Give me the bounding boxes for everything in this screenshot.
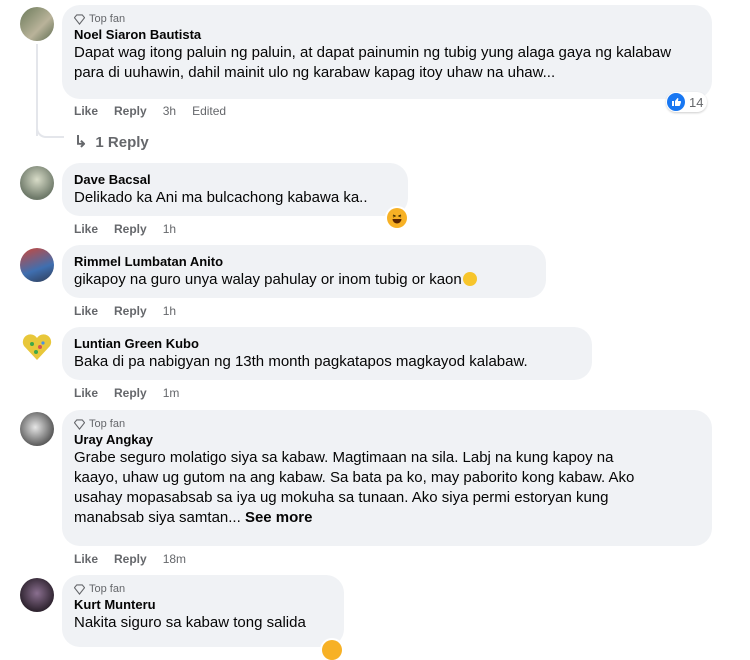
haha-reaction-icon[interactable] [322,640,342,660]
comment-actions: Like Reply 1h [74,304,176,318]
diamond-icon [74,583,85,595]
comment-bubble: Rimmel Lumbatan Anito gikapoy na guro un… [62,245,546,298]
see-more-link[interactable]: See more [245,509,313,526]
comment-author[interactable]: Dave Bacsal [74,171,396,188]
avatar[interactable] [20,578,54,612]
comment-bubble: Dave Bacsal Delikado ka Ani ma bulcachon… [62,163,408,216]
top-fan-badge: Top fan [74,582,332,596]
comment-actions: Like Reply 3h Edited [74,104,226,118]
heart-avatar-icon [22,334,52,360]
comment-author[interactable]: Kurt Munteru [74,596,332,613]
haha-reaction-icon[interactable] [387,208,407,228]
comment-actions: Like Reply 18m [74,552,186,566]
like-button[interactable]: Like [74,104,98,118]
like-button[interactable]: Like [74,552,98,566]
timestamp[interactable]: 1h [163,222,176,236]
reply-button[interactable]: Reply [114,552,147,566]
reaction-count: 14 [689,94,704,110]
comment-bubble: Top fan Uray Angkay Grabe seguro molatig… [62,410,712,546]
comment-actions: Like Reply 1m [74,386,179,400]
reply-arrow-icon: ↳ [74,134,88,151]
reply-button[interactable]: Reply [114,386,147,400]
reply-button[interactable]: Reply [114,104,147,118]
avatar[interactable] [20,412,54,446]
like-button[interactable]: Like [74,386,98,400]
comment-text: Dapat wag itong paluin ng paluin, at dap… [74,44,672,81]
view-replies-button[interactable]: ↳ 1 Reply [74,132,149,152]
comment-author[interactable]: Luntian Green Kubo [74,335,580,352]
comment-bubble: Luntian Green Kubo Baka di pa nabigyan n… [62,327,592,380]
sweat-face-emoji [462,272,477,286]
timestamp[interactable]: 18m [163,552,186,566]
diamond-icon [74,418,85,430]
comment-text: gikapoy na guro unya walay pahulay or in… [74,270,534,290]
reply-button[interactable]: Reply [114,304,147,318]
like-button[interactable]: Like [74,304,98,318]
comment-bubble: Top fan Noel Siaron Bautista Dapat wag i… [62,5,712,99]
timestamp[interactable]: 3h [163,104,176,118]
comment-author[interactable]: Noel Siaron Bautista [74,26,700,43]
avatar[interactable] [20,248,54,282]
timestamp[interactable]: 1m [163,386,180,400]
like-reaction-icon [667,93,685,111]
comment-text: Baka di pa nabigyan ng 13th month pagkat… [74,353,528,370]
comment-bubble: Top fan Kurt Munteru Nakita siguro sa ka… [62,575,344,647]
comment-author[interactable]: Rimmel Lumbatan Anito [74,253,534,270]
comment-text: Delikado ka Ani ma bulcachong kabawa ka.… [74,189,368,206]
timestamp[interactable]: 1h [163,304,176,318]
top-fan-badge: Top fan [74,12,700,26]
comment-actions: Like Reply 1h [74,222,176,236]
diamond-icon [74,13,85,25]
comment-author[interactable]: Uray Angkay [74,431,700,448]
edited-label: Edited [192,104,227,118]
like-button[interactable]: Like [74,222,98,236]
reaction-summary[interactable]: 14 [666,92,708,112]
comment-text: Nakita siguro sa kabaw tong salida [74,614,306,631]
avatar[interactable] [20,330,54,364]
avatar[interactable] [20,166,54,200]
top-fan-badge: Top fan [74,417,700,431]
reply-button[interactable]: Reply [114,222,147,236]
avatar[interactable] [20,7,54,41]
thread-branch [36,120,64,138]
comment-text: Grabe seguro molatigo siya sa kabaw. Mag… [74,449,635,526]
